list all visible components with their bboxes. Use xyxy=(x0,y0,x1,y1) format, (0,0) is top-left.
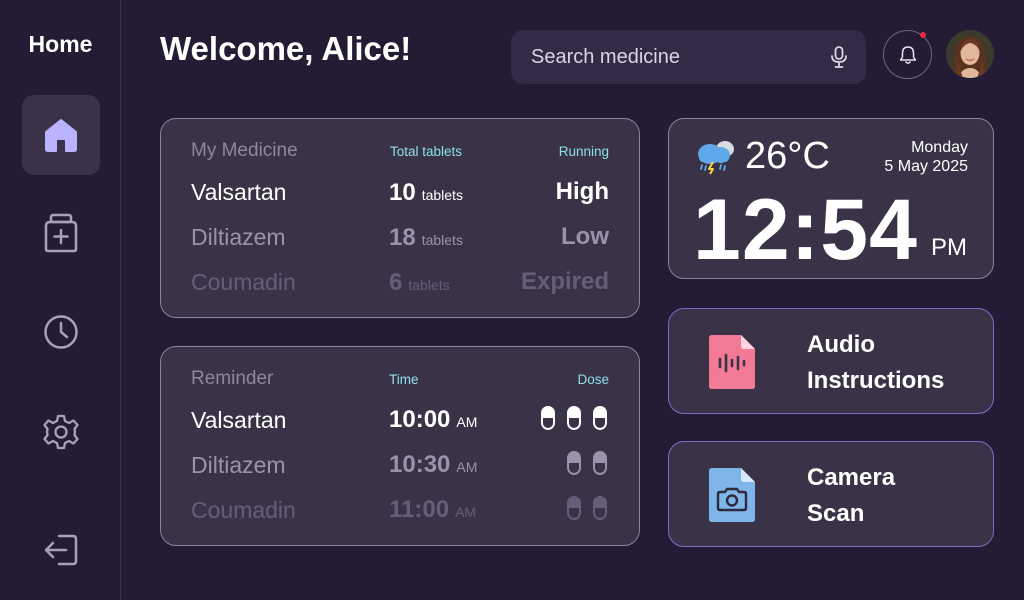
day-label: Monday xyxy=(911,139,968,156)
weather-clock-card: 26°C Monday 5 May 2025 12:54 PM xyxy=(668,118,994,279)
pill-icon xyxy=(593,451,607,475)
temperature: 26°C xyxy=(745,135,830,177)
medicine-row-name: Diltiazem xyxy=(191,224,286,250)
search-bar[interactable] xyxy=(511,30,866,84)
reminder-row-time: 10:00 AM xyxy=(389,406,478,433)
my-medicine-title: My Medicine xyxy=(191,140,298,161)
reminder-title: Reminder xyxy=(191,368,274,389)
camera-file-icon xyxy=(709,468,755,522)
notification-dot xyxy=(920,32,926,38)
medicine-row-status: Expired xyxy=(520,268,609,295)
reminder-row-name: Coumadin xyxy=(191,497,296,523)
avatar[interactable] xyxy=(946,30,994,78)
audio-file-icon xyxy=(709,335,755,389)
search-input[interactable] xyxy=(531,45,830,69)
clock-ampm: PM xyxy=(931,234,967,261)
sidebar-item-history[interactable] xyxy=(22,292,100,372)
sidebar-item-medicine[interactable] xyxy=(22,193,100,273)
medicine-row-name: Coumadin xyxy=(191,269,296,295)
audio-instructions-label: Audio Instructions xyxy=(807,331,945,394)
date-display: Monday 5 May 2025 xyxy=(884,138,968,176)
sidebar-title: Home xyxy=(28,31,93,57)
reminder-row-time: 10:30 AM xyxy=(389,451,478,478)
sidebar-item-home[interactable] xyxy=(22,95,100,175)
dose-header: Dose xyxy=(577,372,609,387)
logout-icon xyxy=(44,534,78,566)
pill-icon xyxy=(593,406,607,430)
reminder-row-name: Diltiazem xyxy=(191,452,286,478)
medicine-row-count: 6 tablets xyxy=(389,269,450,296)
medicine-row-count: 10 tablets xyxy=(389,179,463,206)
welcome-heading: Welcome, Alice! xyxy=(160,30,412,67)
running-header: Running xyxy=(558,144,609,159)
reminder-row-time: 11:00 AM xyxy=(389,496,477,523)
camera-scan-button[interactable]: Camera Scan xyxy=(668,441,994,547)
microphone-icon[interactable] xyxy=(830,46,848,68)
audio-instructions-button[interactable]: Audio Instructions xyxy=(668,308,994,414)
pill-icon xyxy=(567,451,581,475)
pill-icon xyxy=(541,406,555,430)
reminder-card: Reminder Time Dose Valsartan 10:00 AM Dil… xyxy=(160,346,640,546)
reminder-row-name: Valsartan xyxy=(191,407,287,433)
medicine-row-count: 18 tablets xyxy=(389,224,463,251)
pill-icon xyxy=(593,496,607,520)
medicine-row-status: Low xyxy=(561,223,609,250)
time-header: Time xyxy=(389,372,419,387)
pill-icon xyxy=(567,406,581,430)
sidebar: Home xyxy=(0,0,121,600)
clock-time: 12:54 xyxy=(693,182,918,278)
my-medicine-card: My Medicine Total tablets Running Valsar… xyxy=(160,118,640,318)
sidebar-item-logout[interactable] xyxy=(22,510,100,590)
medicine-row-name: Valsartan xyxy=(191,179,287,205)
thunderstorm-cloud-icon xyxy=(698,141,734,175)
avatar-image xyxy=(946,30,994,78)
bell-icon xyxy=(899,45,916,64)
gear-icon xyxy=(43,414,79,450)
medicine-row-status: High xyxy=(555,178,609,205)
sidebar-item-settings[interactable] xyxy=(22,392,100,472)
date-label: 5 May 2025 xyxy=(884,158,968,175)
notification-button[interactable] xyxy=(883,30,932,79)
home-icon xyxy=(45,119,77,152)
pill-icon xyxy=(567,496,581,520)
camera-scan-label: Camera Scan xyxy=(807,464,896,527)
medicine-bottle-icon xyxy=(44,213,78,253)
clock-icon xyxy=(44,315,78,349)
total-tablets-header: Total tablets xyxy=(390,144,463,159)
